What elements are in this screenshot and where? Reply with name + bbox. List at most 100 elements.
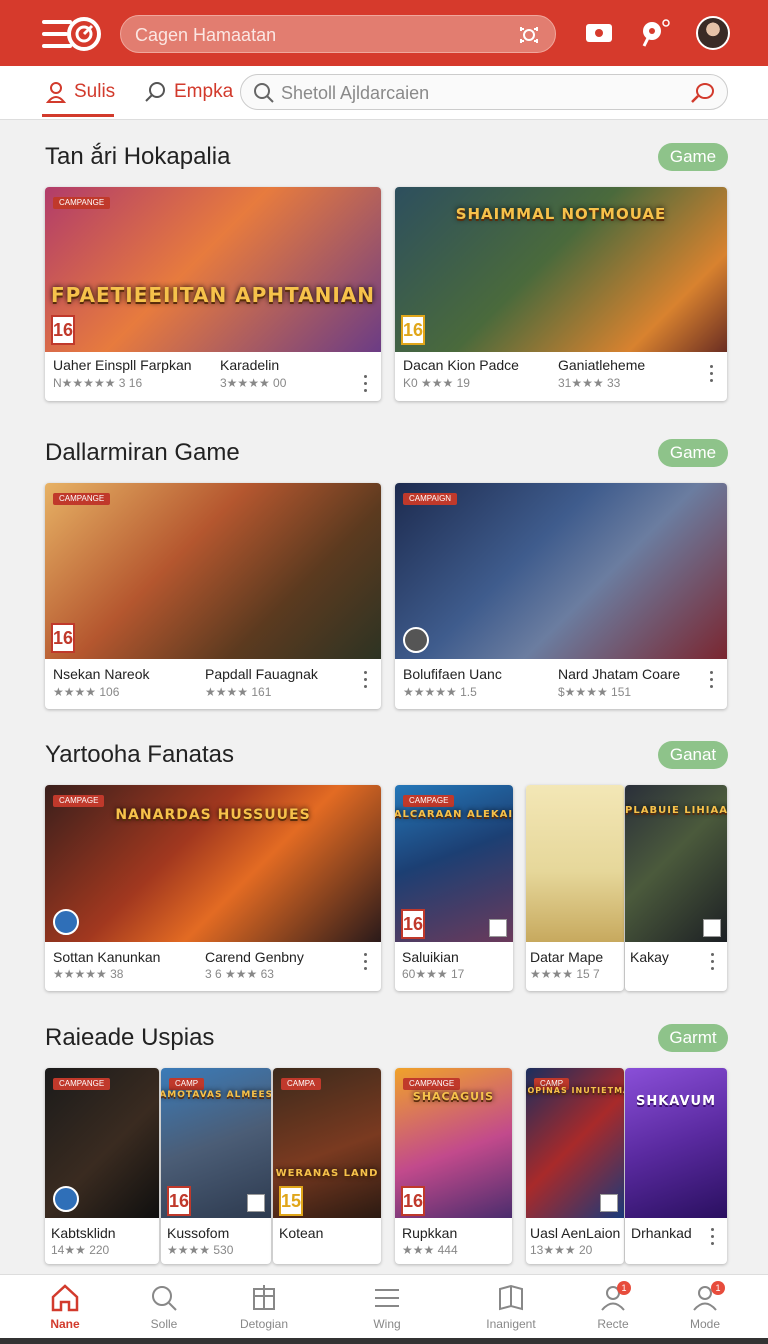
nav-item-search[interactable]: Solle	[124, 1283, 204, 1331]
game-card[interactable]: CAMPANGE Kabtsklidn 14★★ 220	[45, 1068, 159, 1264]
game-art: CAMPANGE	[45, 1068, 159, 1218]
game-card[interactable]: GPLABUIE LIHIAAS Kakay	[625, 785, 727, 991]
game-card[interactable]: CAMP SHOPINAS INUTIETMAS Uasl AenLaion 1…	[526, 1068, 624, 1264]
section-chip[interactable]: Ganat	[658, 741, 728, 769]
tabs-bar: Sulis Empka Shetoll Ajldarcaien	[0, 66, 768, 120]
game-art: CAMPAGE SALCARAAN ALEKAIN 16	[395, 785, 513, 942]
game-art: CAMPAIGN	[395, 483, 727, 659]
game-rating: 60★★★ 17	[402, 967, 465, 981]
game-card[interactable]: CAMP SAMOTAVAS ALMEESS 16 Kussofom ★★★★ …	[161, 1068, 271, 1264]
section-chip[interactable]: Game	[658, 143, 728, 171]
section-chip[interactable]: Garmt	[658, 1024, 728, 1052]
game-rating: N★★★★★ 3 16	[53, 376, 143, 390]
tab-sulis[interactable]: Sulis	[46, 78, 115, 106]
game-name: Uasl AenLaion	[530, 1225, 621, 1241]
game-card[interactable]: CAMPA WERANAS LAND 15 Kotean	[273, 1068, 381, 1264]
platform-badge-icon	[489, 919, 507, 937]
game-name: Karadelin	[220, 357, 280, 373]
camera-icon[interactable]	[517, 23, 541, 47]
game-card[interactable]: SHAIMMAL NOTMOUAE 16 Dacan Kion Padce K0…	[395, 187, 727, 401]
nav-item-recte[interactable]: 1 Recte	[573, 1281, 653, 1331]
more-icon[interactable]	[364, 375, 368, 396]
game-name: Dacan Kion Padce	[403, 357, 519, 373]
video-icon[interactable]	[584, 18, 614, 48]
game-name: Kussofom	[167, 1225, 230, 1241]
section-chip[interactable]: Game	[658, 439, 728, 467]
nav-item-home[interactable]: Nane	[25, 1283, 105, 1331]
age-rating: 16	[401, 1186, 425, 1216]
voice-icon[interactable]	[689, 81, 715, 105]
tab-empka[interactable]: Empka	[144, 78, 233, 106]
section-title: Yartooha Fanatas	[45, 741, 235, 768]
game-card[interactable]: Datar Mape ★★★★ 15 7	[526, 785, 624, 991]
game-rating: ★★★★★ 1.5	[403, 685, 477, 699]
nav-item-wing[interactable]: Wing	[347, 1283, 427, 1331]
game-card[interactable]: CAMPAGE SALCARAAN ALEKAIN 16 Saluikian 6…	[395, 785, 513, 991]
game-art: CAMPAGE NANARDAS HUSSUUES	[45, 785, 381, 942]
game-card[interactable]: CAMPANGE 16 Nsekan Nareok ★★★★ 106 Papda…	[45, 483, 381, 709]
game-name: Carend Genbny	[205, 949, 304, 965]
more-icon[interactable]	[711, 953, 715, 974]
game-rating: 13★★★ 20	[530, 1243, 593, 1257]
platform-badge-icon	[600, 1194, 618, 1212]
more-icon[interactable]	[710, 365, 714, 386]
game-art: CAMPA WERANAS LAND 15	[273, 1068, 381, 1218]
game-name: Nard Jhatam Coare	[558, 666, 681, 682]
top-search-input[interactable]: Cagen Hamaatan	[120, 15, 556, 53]
game-art: SHKAVUM	[625, 1068, 727, 1218]
game-logo: SHKAVUM	[635, 1094, 717, 1109]
game-logo: SHACAGUIS	[412, 1090, 495, 1103]
age-rating: 16	[167, 1186, 191, 1216]
section-title: Raieade Uspias	[45, 1024, 215, 1051]
game-card[interactable]: SHKAVUM Drhankad	[625, 1068, 727, 1264]
more-icon[interactable]	[364, 671, 368, 692]
age-rating: 16	[51, 623, 75, 653]
game-card[interactable]: CAMPANGE SHACAGUIS 16 Rupkkan ★★★ 444	[395, 1068, 512, 1264]
game-name: Kabtsklidn	[51, 1225, 116, 1241]
game-art: CAMPANGE 16	[45, 483, 381, 659]
game-card[interactable]: CAMPANGE FPAETIEEIITAN APHTANIAN 16 Uahe…	[45, 187, 381, 401]
game-art: CAMP SHOPINAS INUTIETMAS	[526, 1068, 624, 1218]
more-icon[interactable]	[711, 1228, 715, 1249]
section-title: Tan ắri Hokapalia	[45, 143, 231, 170]
book-icon	[499, 1284, 523, 1311]
campaign-tag: CAMPAGE	[403, 795, 455, 807]
nav-label: Inanigent	[486, 1317, 536, 1331]
game-card[interactable]: CAMPAIGN Bolufifaen Uanc ★★★★★ 1.5 Nard …	[395, 483, 727, 709]
nav-item-inanigent[interactable]: Inanigent	[471, 1283, 551, 1331]
active-tab-indicator	[42, 114, 114, 117]
game-name: Sottan Kanunkan	[53, 949, 161, 965]
game-art: CAMPANGE SHACAGUIS 16	[395, 1068, 512, 1218]
game-rating: ★★★ 444	[402, 1243, 458, 1257]
person-icon	[46, 82, 66, 103]
platform-badge-icon	[703, 919, 721, 937]
campaign-tag: CAMP	[169, 1078, 205, 1090]
game-name: Saluikian	[402, 949, 459, 965]
nav-label: Detogian	[239, 1317, 289, 1331]
game-rating: ★★★★ 530	[167, 1243, 234, 1257]
top-search-placeholder: Cagen Hamaatan	[135, 25, 277, 45]
nav-item-detogian[interactable]: Detogian	[224, 1283, 304, 1331]
game-rating: 3 6 ★★★ 63	[205, 967, 274, 981]
bottom-edge	[0, 1338, 768, 1344]
nav-item-mode[interactable]: 1 Mode	[665, 1281, 745, 1331]
game-rating: ★★★★★ 38	[53, 967, 124, 981]
platform-badge-icon	[53, 909, 79, 935]
more-icon[interactable]	[364, 953, 368, 974]
game-rating: 3★★★★ 00	[220, 376, 287, 390]
nav-label: Solle	[150, 1317, 178, 1331]
game-card[interactable]: CAMPAGE NANARDAS HUSSUUES Sottan Kanunka…	[45, 785, 381, 991]
location-icon[interactable]	[640, 18, 670, 48]
game-logo: SALCARAAN ALEKAIN	[395, 809, 513, 820]
secondary-search-input[interactable]: Shetoll Ajldarcaien	[240, 74, 728, 110]
age-rating: 16	[401, 909, 425, 939]
list-icon	[375, 1289, 399, 1307]
bottom-navigation: Nane Solle Detogian Wing Inanigent 1 Rec	[0, 1274, 768, 1338]
top-app-bar: Cagen Hamaatan	[0, 0, 768, 66]
avatar[interactable]	[696, 16, 730, 50]
search-icon	[152, 1286, 177, 1311]
more-icon[interactable]	[710, 671, 714, 692]
nav-label: Wing	[373, 1317, 401, 1331]
game-name: Drhankad	[631, 1225, 692, 1241]
menu-logo-icon[interactable]	[40, 14, 104, 54]
